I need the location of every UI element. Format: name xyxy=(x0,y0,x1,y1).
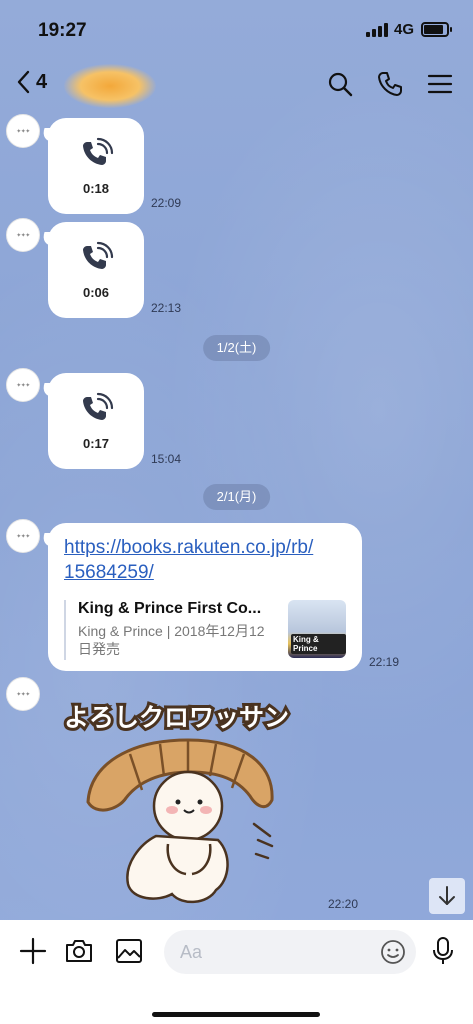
date-separator: 1/2(土) xyxy=(202,335,271,361)
contact-avatar[interactable]: ✦✦✦ xyxy=(6,677,40,711)
call-icon xyxy=(83,137,114,165)
signal-icon xyxy=(366,23,388,37)
date-separator: 2/1(月) xyxy=(202,484,271,510)
phone-icon[interactable] xyxy=(376,70,404,98)
emoji-icon[interactable] xyxy=(380,939,406,965)
call-message[interactable]: 0:06 xyxy=(48,222,144,318)
message-input-bar xyxy=(0,920,473,1024)
home-indicator xyxy=(152,1012,320,1017)
link-message[interactable]: https://books.rakuten.co.jp/rb/ 15684259… xyxy=(48,523,362,671)
link-preview[interactable]: King & Prince First Co... King & Prince … xyxy=(64,600,346,660)
message-time: 22:13 xyxy=(151,301,182,315)
croissant-sticker[interactable]: よろしクロワッサン xyxy=(60,694,320,914)
call-icon xyxy=(83,392,114,420)
contact-avatar[interactable]: ✦✦✦ xyxy=(6,519,40,553)
sticker-text: よろしクロワッサン xyxy=(64,703,289,732)
contact-avatar[interactable]: ✦✦✦ xyxy=(6,368,40,402)
call-duration: 0:17 xyxy=(82,435,110,451)
message-time: 22:09 xyxy=(151,196,182,210)
link-url-line1[interactable]: https://books.rakuten.co.jp/rb/ xyxy=(64,535,346,560)
back-chevron-icon xyxy=(17,70,30,94)
scroll-to-bottom-button[interactable] xyxy=(429,878,465,914)
search-icon[interactable] xyxy=(326,70,354,98)
arrow-down-icon xyxy=(439,886,455,905)
back-button[interactable]: 4 xyxy=(14,68,47,96)
preview-title: King & Prince First Co... xyxy=(78,600,262,617)
microphone-icon[interactable] xyxy=(428,936,458,966)
message-time: 22:19 xyxy=(369,655,400,669)
network-label: 4G xyxy=(394,21,415,38)
contact-name-redacted xyxy=(64,64,156,108)
call-message[interactable]: 0:18 xyxy=(48,118,144,214)
call-duration: 0:06 xyxy=(82,284,110,300)
message-time: 15:04 xyxy=(151,452,182,466)
camera-icon[interactable] xyxy=(64,936,94,966)
status-time: 19:27 xyxy=(38,20,87,41)
battery-icon xyxy=(421,22,452,37)
chat-header: 4 xyxy=(0,56,473,112)
message-input-container xyxy=(164,930,416,974)
contact-avatar[interactable]: ✦✦✦ xyxy=(6,218,40,252)
link-url-line2[interactable]: 15684259/ xyxy=(64,560,346,585)
preview-description: King & Prince | 2018年12月12日発売 xyxy=(78,623,265,657)
status-bar: 19:27 4G xyxy=(0,0,473,56)
menu-icon[interactable] xyxy=(426,70,454,98)
unread-count: 4 xyxy=(36,70,48,93)
message-input[interactable] xyxy=(180,941,360,963)
preview-thumbnail: King & Prince xyxy=(288,600,346,658)
plus-icon[interactable] xyxy=(18,936,48,966)
thumbnail-label: King & Prince xyxy=(291,634,346,654)
call-message[interactable]: 0:17 xyxy=(48,373,144,469)
call-icon xyxy=(83,241,114,269)
message-time: 22:20 xyxy=(328,897,359,911)
contact-avatar[interactable]: ✦✦✦ xyxy=(6,114,40,148)
call-duration: 0:18 xyxy=(82,180,110,196)
image-icon[interactable] xyxy=(114,936,144,966)
